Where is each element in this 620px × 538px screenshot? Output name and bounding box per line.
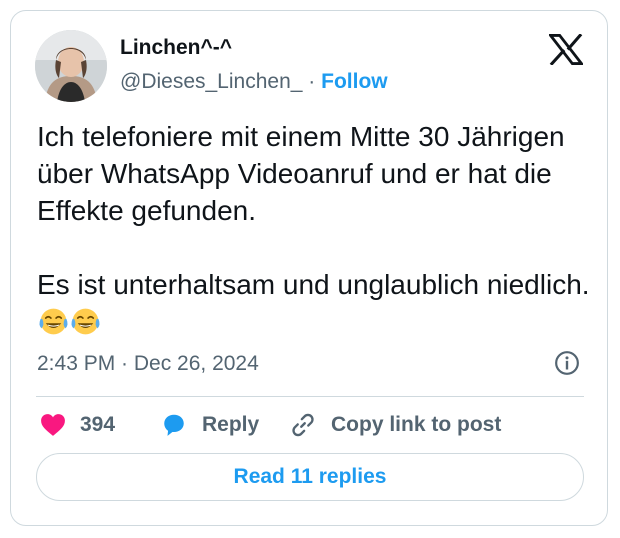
tweet-timestamp[interactable]: 2:43 PM · Dec 26, 2024	[37, 352, 259, 376]
reply-button[interactable]: Reply	[160, 410, 259, 440]
avatar-image	[35, 30, 107, 102]
author-display-name[interactable]: Linchen^-^	[120, 36, 232, 60]
x-logo-icon[interactable]	[549, 34, 583, 65]
copy-link-button[interactable]: Copy link to post	[289, 410, 501, 440]
link-icon	[292, 413, 314, 437]
follow-button[interactable]: Follow	[321, 70, 388, 93]
read-replies-button[interactable]: Read 11 replies	[36, 453, 584, 501]
like-button[interactable]: 394	[40, 410, 115, 440]
avatar[interactable]	[35, 30, 107, 102]
read-replies-label: Read 11 replies	[233, 465, 387, 488]
heart-icon	[41, 414, 65, 436]
tweet-text: Ich telefoniere mit einem Mitte 30 Jähri…	[37, 118, 597, 340]
author-subline: @Dieses_Linchen_ · Follow	[120, 70, 388, 94]
like-count: 394	[80, 413, 116, 436]
face-with-tears-of-joy-icon	[39, 308, 68, 335]
tweet-text-body: Ich telefoniere mit einem Mitte 30 Jähri…	[37, 121, 590, 300]
author-handle[interactable]: @Dieses_Linchen_	[120, 70, 302, 93]
info-icon[interactable]	[554, 350, 580, 376]
reply-label: Reply	[202, 413, 260, 436]
speech-bubble-icon	[164, 414, 184, 436]
face-with-tears-of-joy-icon	[71, 308, 100, 335]
copy-link-label: Copy link to post	[331, 413, 502, 436]
separator-dot: ·	[308, 70, 316, 93]
divider	[36, 396, 584, 397]
